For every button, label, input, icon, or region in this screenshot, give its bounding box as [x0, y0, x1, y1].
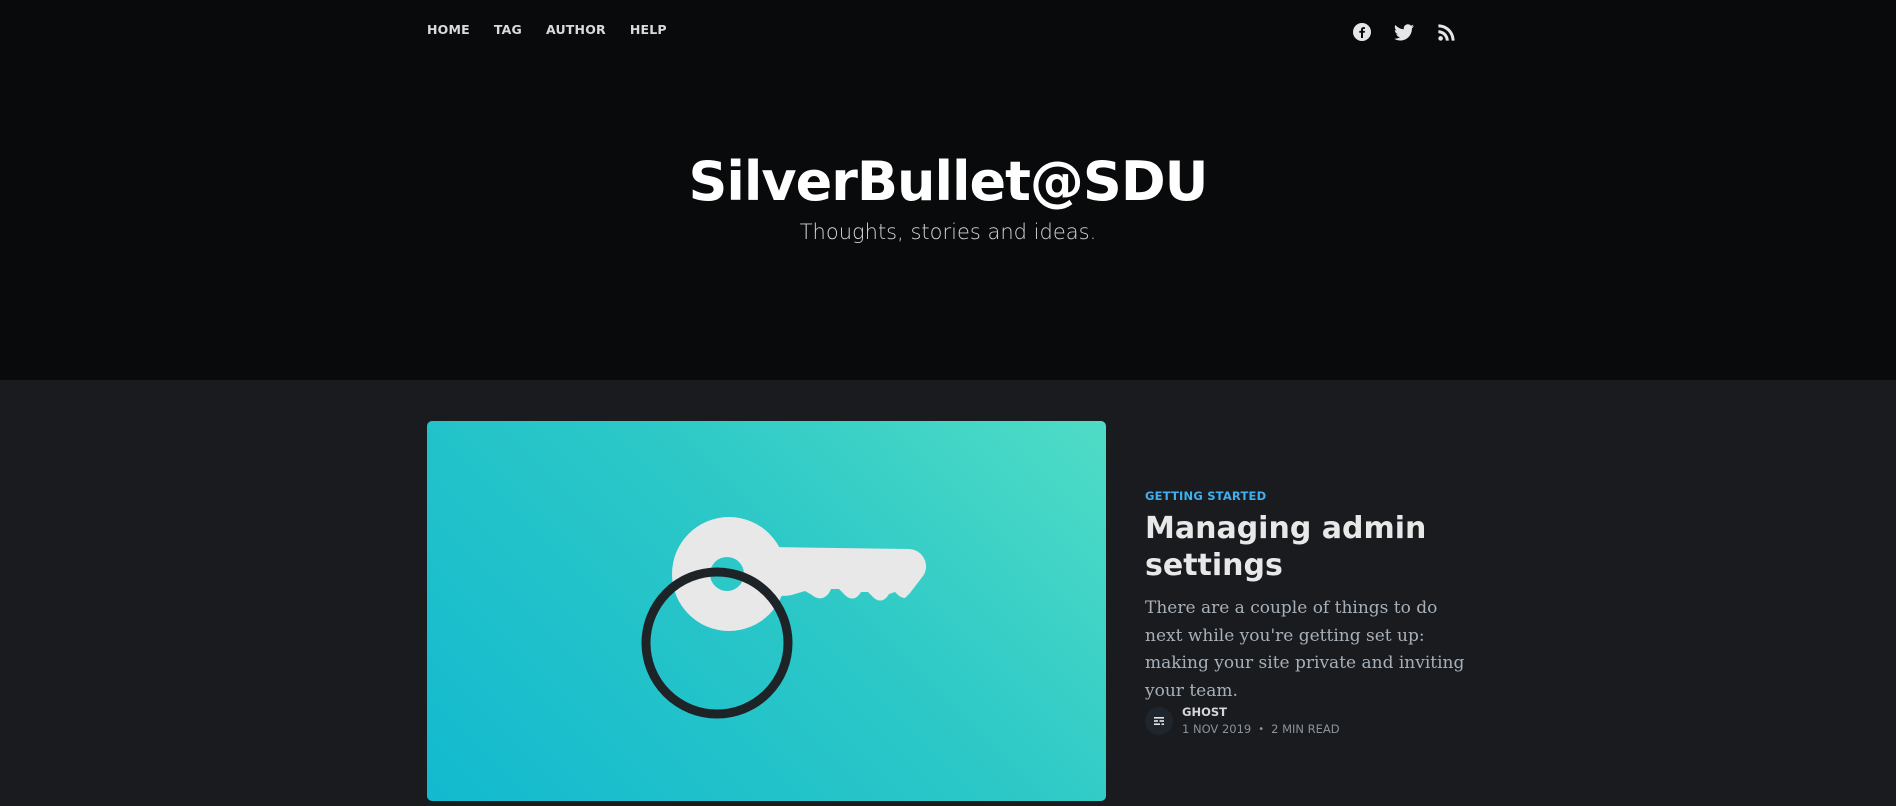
- date-line: 1 Nov 2019 • 2 min read: [1182, 722, 1340, 736]
- post-tag[interactable]: Getting Started: [1145, 489, 1266, 503]
- site-title: SilverBullet@SDU: [688, 150, 1209, 213]
- main-nav: Home Tag Author Help: [427, 22, 667, 37]
- nav-item-tag[interactable]: Tag: [494, 22, 522, 37]
- meta-text: Ghost 1 Nov 2019 • 2 min read: [1182, 705, 1340, 736]
- key-icon: [641, 517, 927, 719]
- nav-item-help[interactable]: Help: [630, 22, 667, 37]
- post-meta: Ghost 1 Nov 2019 • 2 min read: [1145, 705, 1340, 736]
- author-name[interactable]: Ghost: [1182, 705, 1340, 719]
- post-title[interactable]: Managing admin settings: [1145, 510, 1485, 584]
- rss-icon[interactable]: [1434, 20, 1458, 44]
- twitter-icon[interactable]: [1392, 20, 1416, 44]
- site-description: Thoughts, stories and ideas.: [799, 220, 1097, 244]
- author-avatar[interactable]: [1145, 706, 1173, 735]
- social-links: [1350, 20, 1458, 44]
- reading-time: 2 min read: [1271, 722, 1340, 736]
- post-feature-image[interactable]: [427, 421, 1106, 801]
- site-header: Home Tag Author Help SilverBullet@SDU Th…: [0, 0, 1896, 380]
- post-excerpt[interactable]: There are a couple of things to do next …: [1145, 595, 1480, 705]
- post-date: 1 Nov 2019: [1182, 722, 1252, 736]
- ghost-logo-icon: [1154, 716, 1164, 725]
- separator-dot: •: [1258, 723, 1265, 735]
- nav-item-author[interactable]: Author: [546, 22, 606, 37]
- nav-item-home[interactable]: Home: [427, 22, 470, 37]
- facebook-icon[interactable]: [1350, 20, 1374, 44]
